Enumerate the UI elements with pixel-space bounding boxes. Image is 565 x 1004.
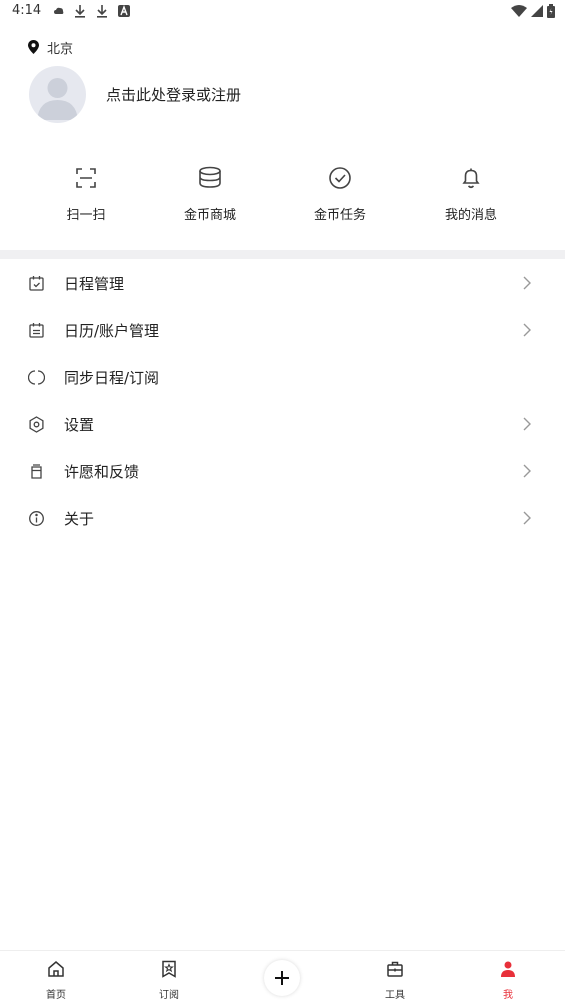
- menu-item-about[interactable]: 关于: [0, 495, 565, 542]
- bookmark-star-icon: [162, 960, 176, 978]
- chevron-right-icon: [523, 276, 531, 290]
- quick-action-coin-tasks[interactable]: 金币任务: [280, 160, 400, 223]
- person-icon: [501, 961, 515, 977]
- download-icon: [97, 5, 107, 18]
- tab-home[interactable]: 首页: [26, 957, 86, 1001]
- menu-item-wish-feedback[interactable]: 许愿和反馈: [0, 448, 565, 495]
- status-time: 4:14: [12, 3, 42, 18]
- chevron-right-icon: [523, 464, 531, 478]
- info-icon: [29, 511, 44, 526]
- chevron-right-icon: [523, 323, 531, 337]
- quick-action-scan[interactable]: 扫一扫: [26, 160, 146, 223]
- quick-action-label: 扫一扫: [66, 208, 106, 223]
- quick-action-label: 金币任务: [313, 208, 366, 223]
- chevron-right-icon: [523, 511, 531, 525]
- tab-label: 订阅: [159, 990, 179, 1001]
- download-icon: [75, 5, 85, 18]
- tab-me[interactable]: 我: [478, 957, 538, 1001]
- menu-item-settings[interactable]: 设置: [0, 401, 565, 448]
- menu-item-schedule-management[interactable]: 日程管理: [0, 260, 565, 307]
- tab-tools[interactable]: 工具: [365, 957, 425, 1001]
- plus-icon: [275, 971, 289, 985]
- quick-actions: 扫一扫 金币商城 金币任务 我的消息: [0, 160, 565, 230]
- add-button[interactable]: [264, 960, 300, 996]
- avatar[interactable]: [29, 66, 86, 123]
- check-circle-icon: [329, 167, 351, 189]
- location-text: 北京: [47, 41, 74, 57]
- cloud-icon: [54, 7, 64, 14]
- menu-item-sync-subscription[interactable]: 同步日程/订阅: [0, 354, 565, 401]
- tab-label: 我: [503, 990, 513, 1001]
- toolbox-icon: [387, 961, 403, 977]
- tab-label: 工具: [385, 990, 405, 1001]
- quick-action-messages[interactable]: 我的消息: [411, 160, 531, 223]
- chevron-right-icon: [523, 417, 531, 431]
- sync-icon: [28, 370, 45, 385]
- location[interactable]: 北京: [28, 38, 74, 57]
- bell-icon: [462, 168, 480, 189]
- bottom-tab-bar: 首页 订阅 工具 我: [0, 950, 565, 1004]
- settings-menu: 日程管理 日历/账户管理 同步日程/订阅 设置 许愿和反馈 关于: [0, 260, 565, 542]
- menu-item-label: 许愿和反馈: [64, 463, 140, 481]
- login-prompt[interactable]: 点击此处登录或注册: [106, 84, 241, 105]
- menu-item-calendar-account[interactable]: 日历/账户管理: [0, 307, 565, 354]
- quick-action-coin-shop[interactable]: 金币商城: [150, 160, 270, 223]
- menu-item-label: 设置: [64, 416, 95, 434]
- calendar-check-icon: [29, 276, 44, 291]
- menu-item-label: 关于: [64, 510, 95, 528]
- profile-login[interactable]: 点击此处登录或注册: [29, 66, 241, 123]
- section-divider: [0, 250, 565, 259]
- status-bar: 4:14: [0, 0, 565, 24]
- status-notification-icons: [54, 4, 130, 18]
- menu-item-label: 同步日程/订阅: [64, 369, 160, 387]
- tab-label: 首页: [46, 990, 66, 1001]
- gear-icon: [29, 416, 44, 433]
- home-icon: [48, 961, 64, 977]
- coin-stack-icon: [199, 166, 221, 188]
- quick-action-label: 我的消息: [444, 208, 497, 223]
- calendar-list-icon: [29, 323, 44, 338]
- location-pin-icon: [28, 40, 39, 54]
- status-system-icons: [511, 4, 555, 18]
- avatar-placeholder-icon: [37, 78, 78, 120]
- quick-action-label: 金币商城: [183, 208, 236, 223]
- menu-item-label: 日程管理: [64, 275, 125, 293]
- scan-icon: [76, 168, 96, 188]
- signal-icon: [531, 5, 543, 17]
- tab-subscribe[interactable]: 订阅: [139, 957, 199, 1001]
- menu-item-label: 日历/账户管理: [64, 322, 160, 340]
- cup-icon: [31, 464, 42, 479]
- battery-icon: [547, 4, 555, 18]
- a-badge-icon: [118, 5, 130, 17]
- wifi-icon: [511, 5, 527, 17]
